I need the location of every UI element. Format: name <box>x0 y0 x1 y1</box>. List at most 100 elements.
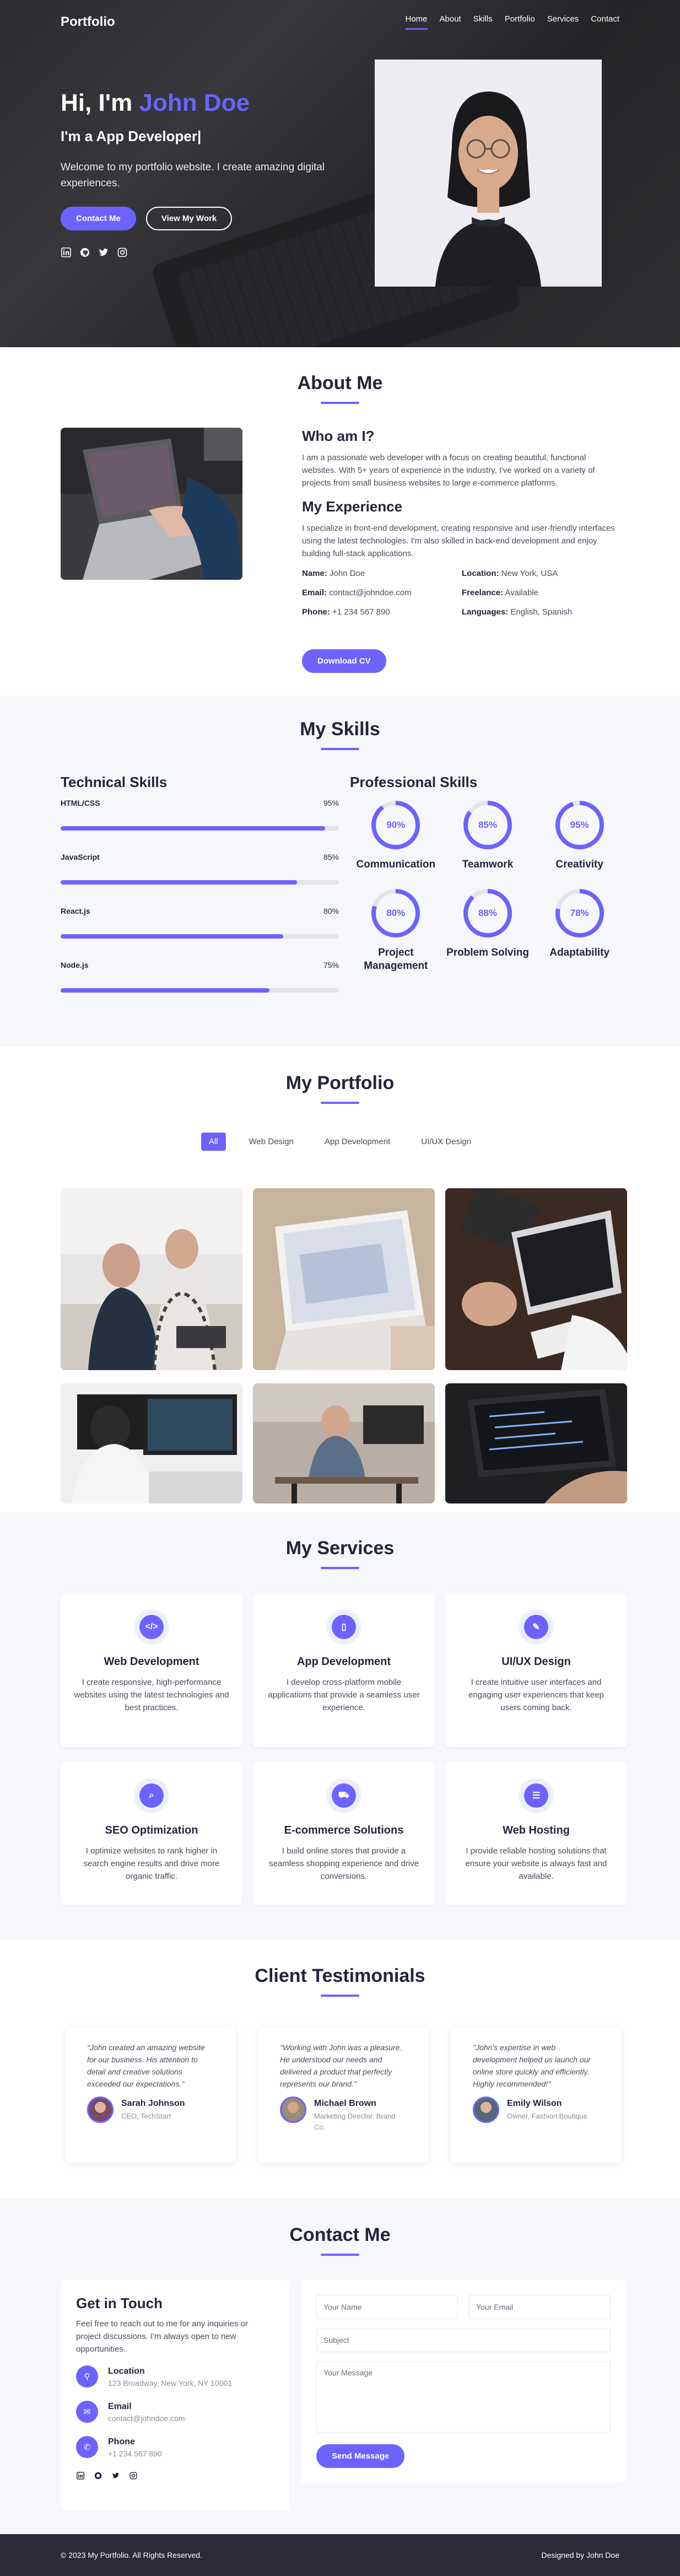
testimonial-role: Marketing Director, Brand Co. <box>314 2112 396 2131</box>
experience-heading: My Experience <box>302 498 403 515</box>
services-section: My Services </> Web Development I create r… <box>0 1512 680 1940</box>
progress-circle-value: 78% <box>570 908 589 918</box>
experience-text: I specialize in front-end development, c… <box>302 524 615 558</box>
testimonial-author-info: Sarah Johnson CEO, TechStart <box>121 2097 185 2122</box>
skill-bar-item: Node.js 75% <box>61 961 339 993</box>
nav-link-skills[interactable]: Skills <box>473 14 493 30</box>
site-logo[interactable]: Portfolio <box>61 14 115 30</box>
skill-bar-fill <box>61 934 283 939</box>
about-title-underline <box>321 402 359 404</box>
testimonial-author: Emily Wilson Owner, Fashion Boutique <box>473 2097 600 2123</box>
subject-field[interactable] <box>316 2328 611 2352</box>
filter-app-development[interactable]: App Development <box>317 1133 398 1151</box>
contact-info-text: Phone +1 234 567 890 <box>108 2436 162 2458</box>
send-message-button[interactable]: Send Message <box>316 2444 405 2468</box>
testimonial-card: "John's expertise in web development hel… <box>451 2027 622 2163</box>
github-icon[interactable] <box>94 2471 102 2480</box>
nav-link-portfolio[interactable]: Portfolio <box>505 14 535 30</box>
nav-links: Home About Skills Portfolio Services Con… <box>405 14 619 30</box>
contact-socials <box>76 2471 274 2480</box>
info-freelance: Freelance: Available <box>462 588 538 597</box>
about-title: About Me <box>297 373 383 394</box>
avatar <box>280 2097 306 2123</box>
filter-ui-ux-design[interactable]: UI/UX Design <box>413 1133 479 1151</box>
progress-circle: 95% <box>553 799 606 852</box>
avatar <box>473 2097 499 2123</box>
who-am-i-heading: Who am I? <box>302 428 375 444</box>
service-description: I build online stores that provide a sea… <box>269 1846 419 1881</box>
progress-circle-item: 95% Creativity <box>533 799 625 871</box>
contact-info-card: Get in Touch Feel free to reach out to m… <box>61 2279 289 2511</box>
email-field[interactable] <box>469 2295 611 2319</box>
name-field[interactable] <box>316 2295 458 2319</box>
contact-me-button[interactable]: Contact Me <box>61 207 136 230</box>
skill-name: HTML/CSS <box>61 799 100 807</box>
instagram-icon[interactable] <box>117 247 128 258</box>
hero-name: John Doe <box>139 89 250 116</box>
portfolio-item[interactable] <box>253 1188 435 1370</box>
contact-info-label: Location <box>108 2367 145 2376</box>
skill-bar-track <box>61 826 339 831</box>
contact-info-text: Location 123 Broadway, New York, NY 10001 <box>108 2365 232 2388</box>
nav-link-home[interactable]: Home <box>405 14 428 30</box>
contact-info-text: Email contact@johndoe.com <box>108 2401 185 2423</box>
twitter-icon[interactable] <box>111 2471 120 2480</box>
skill-bar-track <box>61 880 339 885</box>
linkedin-icon[interactable] <box>61 247 72 258</box>
service-icon-glyph: ▯ <box>332 1615 356 1639</box>
twitter-icon[interactable] <box>98 247 109 258</box>
progress-circle-value: 80% <box>386 908 406 918</box>
progress-circle-item: 90% Communication <box>350 799 442 871</box>
filter-all[interactable]: All <box>201 1133 226 1151</box>
instagram-icon[interactable] <box>129 2471 138 2480</box>
progress-circle-item: 88% Problem Solving <box>442 887 534 973</box>
service-description: I optimize websites to rank higher in se… <box>83 1846 220 1881</box>
progress-circle-item: 78% Adaptability <box>533 887 625 973</box>
portfolio-item[interactable] <box>253 1383 435 1503</box>
testimonial-quote: "John's expertise in web development hel… <box>473 2043 591 2088</box>
testimonials-title: Client Testimonials <box>255 1965 425 1986</box>
progress-circle-label: Problem Solving <box>446 947 529 958</box>
profile-photo <box>375 60 602 287</box>
hero-description: Welcome to my portfolio website. I creat… <box>61 161 325 189</box>
about-section: About Me Who am I? I am a passionate web… <box>0 347 680 696</box>
service-card: ☰ Web Hosting I provide reliable hosting s… <box>445 1761 627 1905</box>
progress-circle-value: 95% <box>570 820 589 830</box>
progress-circle-label: Adaptability <box>549 947 610 958</box>
progress-circle-item: 85% Teamwork <box>442 799 534 871</box>
shopping-cart-icon: ⛟ <box>326 1778 361 1813</box>
portfolio-item[interactable] <box>445 1383 627 1503</box>
github-icon[interactable] <box>79 247 90 258</box>
skills-section: My Skills Technical Skills HTML/CSS 95% Ja… <box>0 696 680 1047</box>
service-icon-glyph: ☰ <box>524 1783 548 1808</box>
testimonials-title-underline <box>321 1995 359 1997</box>
nav-link-contact[interactable]: Contact <box>591 14 619 30</box>
service-title: UI/UX Design <box>501 1656 571 1668</box>
linkedin-icon[interactable] <box>76 2471 85 2480</box>
skill-percent: 75% <box>323 961 339 969</box>
portfolio-item[interactable] <box>61 1383 242 1503</box>
message-field[interactable] <box>316 2361 611 2433</box>
download-cv-button[interactable]: Download CV <box>302 649 386 673</box>
testimonial-card: "Working with John was a pleasure. He un… <box>258 2027 429 2163</box>
skills-title: My Skills <box>300 719 380 740</box>
skill-bar-track <box>61 934 339 939</box>
portfolio-item[interactable] <box>445 1188 627 1370</box>
contact-section: Contact Me Get in Touch Feel free to rea… <box>0 2199 680 2534</box>
service-description: I create intuitive user interfaces and e… <box>468 1678 604 1712</box>
skill-bar-item: JavaScript 85% <box>61 853 339 885</box>
info-location: Location: New York, USA <box>462 569 558 578</box>
testimonials-grid: "John created an amazing website for our… <box>65 2027 622 2163</box>
footer-copyright: © 2023 My Portfolio. All Rights Reserved… <box>61 2551 202 2559</box>
hero-buttons: Contact Me View My Work <box>61 207 336 230</box>
hero-socials <box>61 247 336 258</box>
map-marker-icon: ⚲ <box>76 2365 98 2388</box>
filter-web-design[interactable]: Web Design <box>241 1133 301 1151</box>
view-work-button[interactable]: View My Work <box>145 207 233 230</box>
skill-name: React.js <box>61 907 90 915</box>
portfolio-item[interactable] <box>61 1188 242 1370</box>
portfolio-grid <box>61 1188 627 1503</box>
nav-link-about[interactable]: About <box>440 14 461 30</box>
nav-link-services[interactable]: Services <box>547 14 579 30</box>
personal-info-grid: Name: John Doe Location: New York, USA E… <box>302 569 622 617</box>
